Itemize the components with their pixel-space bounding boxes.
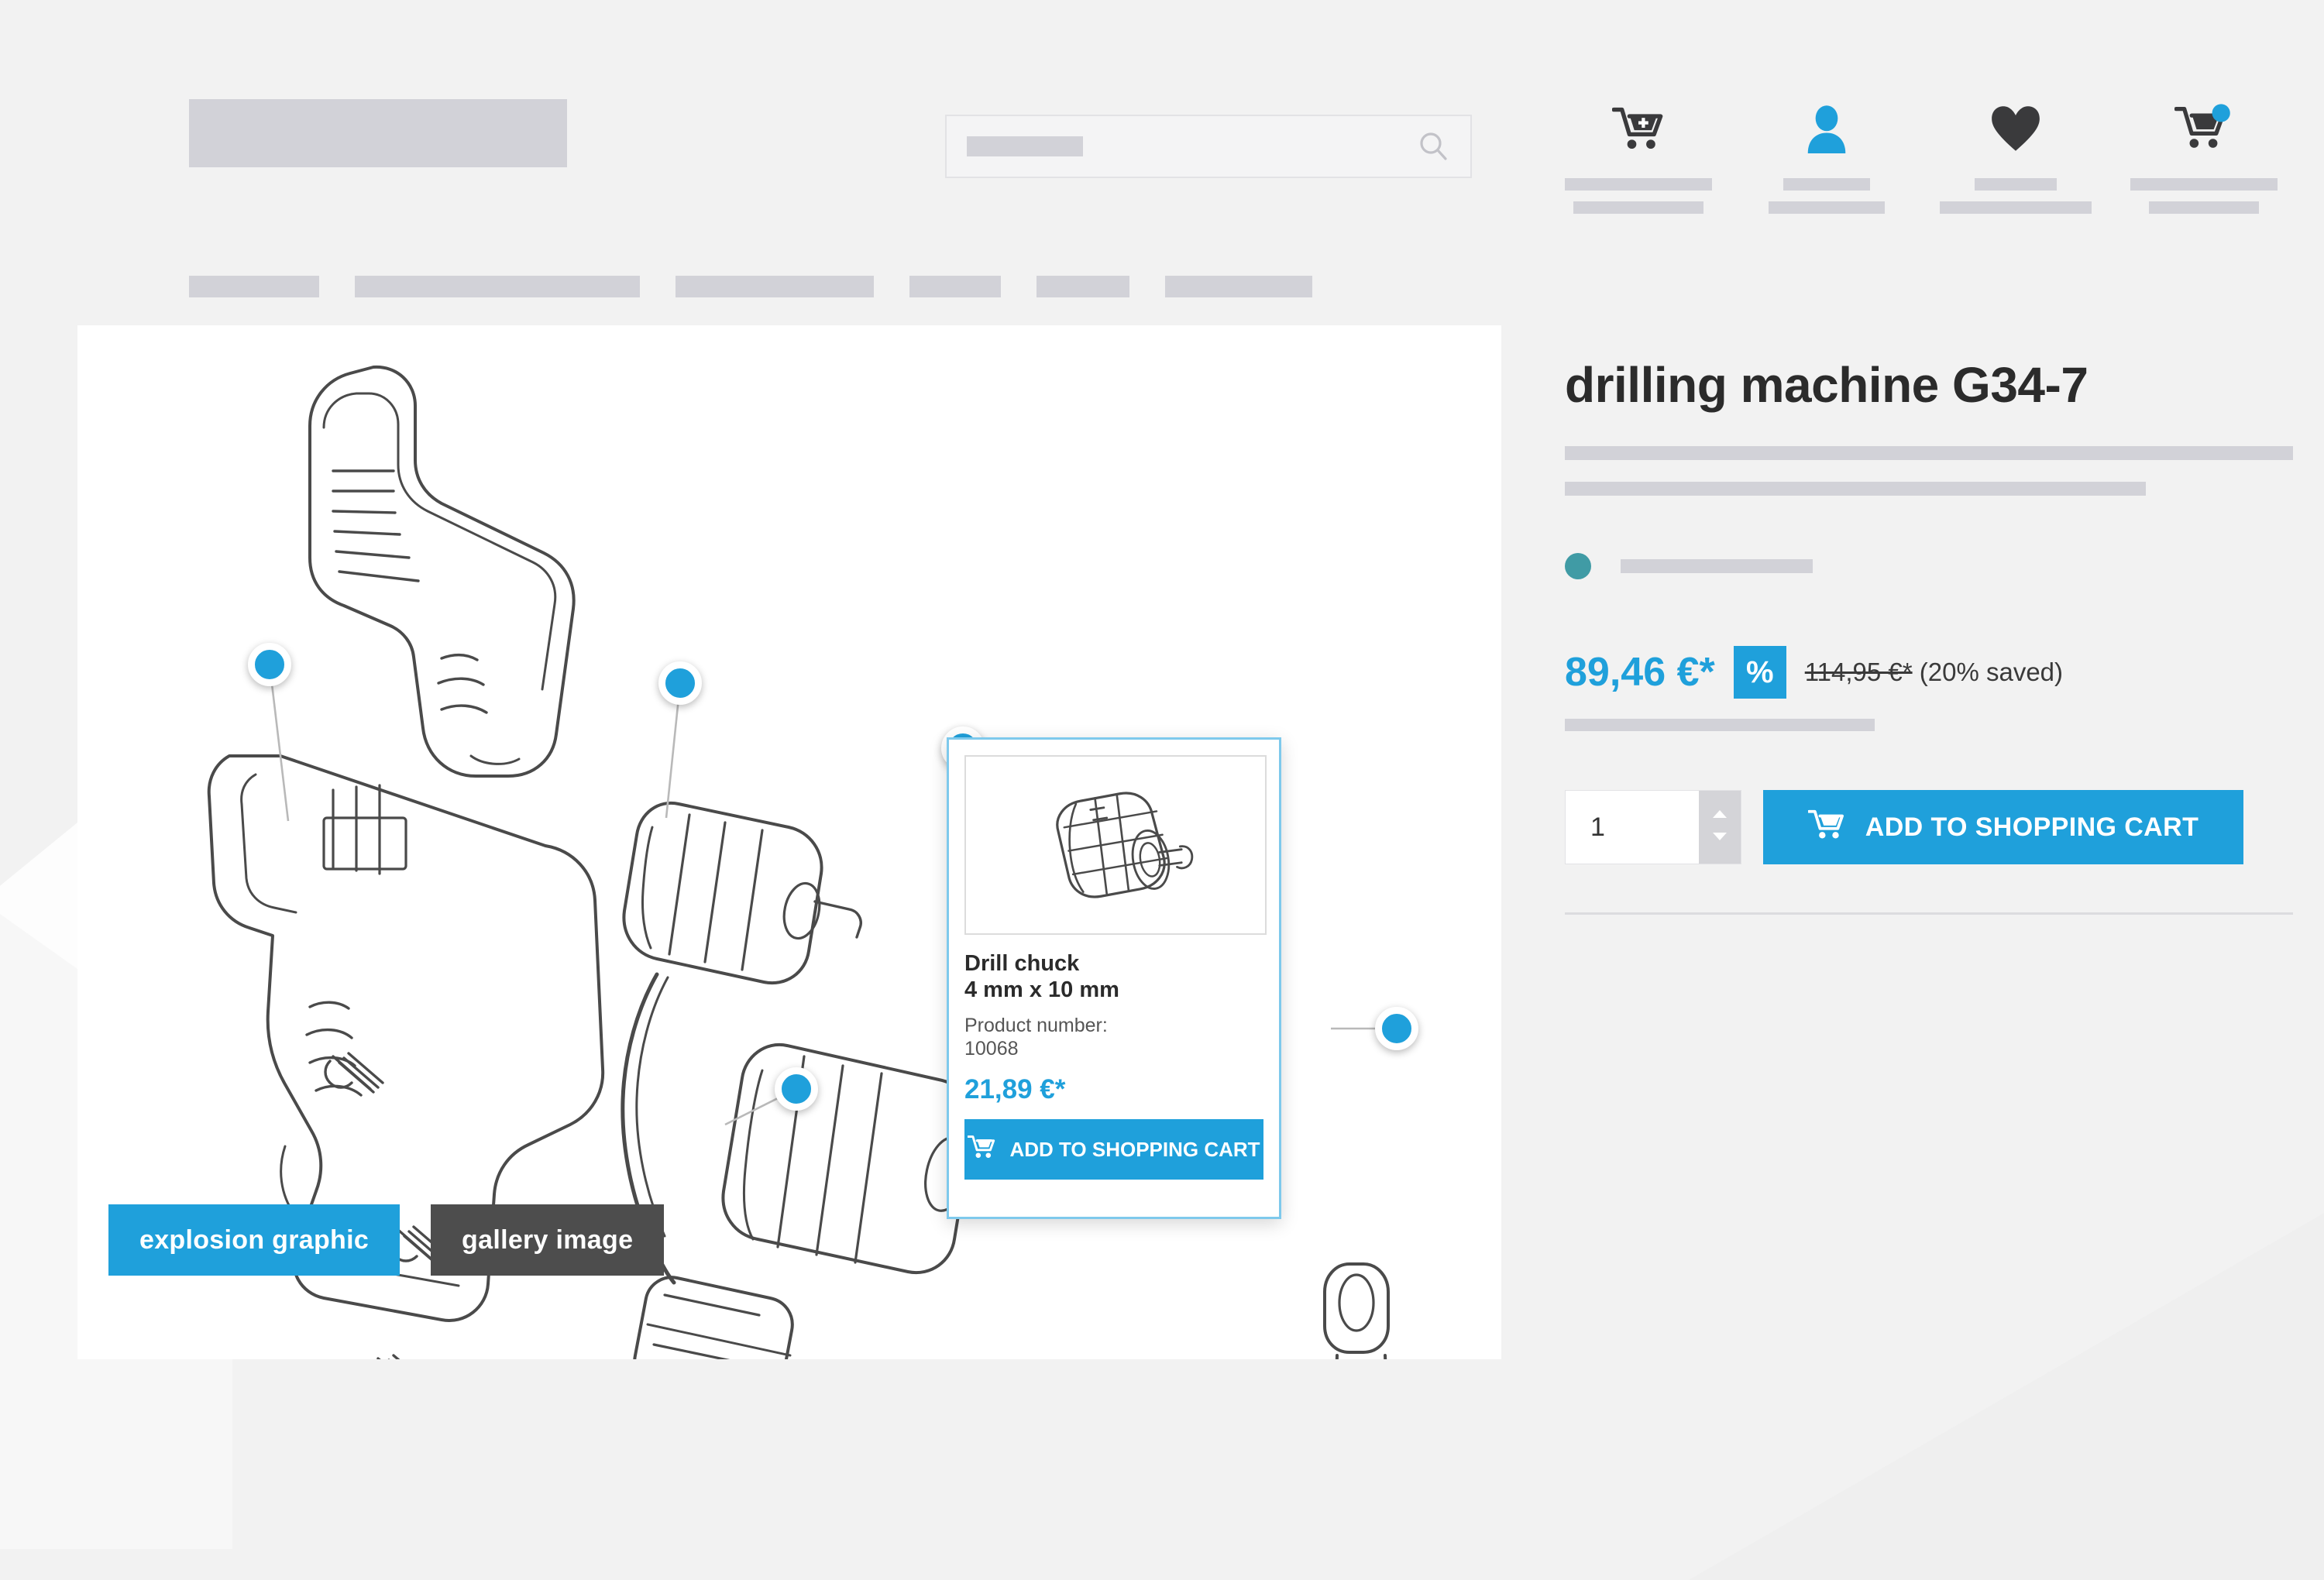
- tooltip-price: 21,89 €*: [964, 1074, 1066, 1105]
- product-info-panel: drilling machine G34-7 89,46 €* % 114,95…: [1565, 356, 2293, 915]
- price-row: 89,46 €* % 114,95 €* (20% saved): [1565, 646, 2293, 699]
- cart-badge-icon[interactable]: [2174, 99, 2233, 158]
- quantity-spinner[interactable]: [1699, 791, 1741, 864]
- panel-divider: [1565, 912, 2293, 915]
- variant-label-bar: [1621, 559, 1813, 573]
- tab-explosion-graphic[interactable]: explosion graphic: [108, 1204, 401, 1276]
- view-toggle-tabs: explosion graphic gallery image: [108, 1204, 665, 1276]
- tooltip-product-number-value: 10068: [964, 1038, 1019, 1060]
- add-to-cart-label: ADD TO SHOPPING CART: [1865, 812, 2199, 842]
- header-actions: [1565, 99, 2278, 214]
- price-note-bar: [1565, 719, 1875, 731]
- old-price: 114,95 €*: [1804, 658, 1913, 686]
- hotspot-battery-pack[interactable]: [775, 1067, 818, 1111]
- page-title: drilling machine G34-7: [1565, 357, 2089, 413]
- cart-icon: [1807, 808, 1847, 847]
- quantity-stepper[interactable]: 1: [1565, 790, 1741, 864]
- description-bar-1: [1565, 446, 2293, 460]
- chevron-up-icon[interactable]: [1711, 809, 1728, 823]
- tab-gallery-image[interactable]: gallery image: [431, 1204, 665, 1276]
- header-action-add-to-cart[interactable]: [1565, 99, 1712, 214]
- discount-badge: %: [1733, 646, 1786, 699]
- hotspot-screw-left[interactable]: [248, 643, 291, 686]
- nav-item[interactable]: [1165, 276, 1312, 297]
- site-header: [0, 0, 2324, 297]
- old-price-group: 114,95 €* (20% saved): [1805, 658, 2063, 687]
- nav-item[interactable]: [189, 276, 319, 297]
- hotspot-product-tooltip: Drill chuck 4 mm x 10 mm Product number:…: [947, 737, 1281, 1219]
- chevron-down-icon[interactable]: [1711, 831, 1728, 846]
- header-action-bar-primary: [1974, 178, 2057, 191]
- description-bar-2: [1565, 482, 2146, 496]
- tooltip-product-title: Drill chuck 4 mm x 10 mm: [964, 950, 1263, 1003]
- quantity-value[interactable]: 1: [1566, 812, 1699, 843]
- hotspot-bit-holder[interactable]: [1375, 1007, 1418, 1050]
- tooltip-add-to-cart-button[interactable]: ADD TO SHOPPING CART: [964, 1119, 1263, 1180]
- cart-plus-icon[interactable]: [1612, 99, 1665, 158]
- add-to-shopping-cart-button[interactable]: ADD TO SHOPPING CART: [1763, 790, 2243, 864]
- search-input[interactable]: [945, 115, 1472, 178]
- purchase-row: 1 ADD TO SHOPPING CART: [1565, 790, 2293, 864]
- search-placeholder-bar: [967, 136, 1083, 156]
- variant-selector: [1565, 553, 2293, 579]
- heart-icon[interactable]: [1990, 99, 2041, 158]
- main-navigation: [189, 276, 1348, 297]
- header-action-bar-secondary: [2148, 201, 2259, 214]
- header-action-shopping-cart[interactable]: [2130, 99, 2278, 214]
- nav-item[interactable]: [355, 276, 640, 297]
- tooltip-product-number: Product number: 10068: [964, 1014, 1263, 1060]
- site-logo[interactable]: [189, 99, 567, 167]
- header-action-wishlist[interactable]: [1939, 99, 2092, 214]
- tooltip-title-line-1: Drill chuck: [964, 951, 1080, 976]
- header-action-bar-primary: [2130, 178, 2278, 191]
- header-action-bar-secondary: [1573, 201, 1703, 214]
- hotspot-housing-top[interactable]: [658, 661, 702, 705]
- drill-chuck-thumbnail: [964, 755, 1267, 935]
- nav-item[interactable]: [676, 276, 874, 297]
- tooltip-add-to-cart-label: ADD TO SHOPPING CART: [1009, 1137, 1260, 1161]
- tooltip-product-number-label: Product number:: [964, 1015, 1108, 1037]
- nav-item[interactable]: [909, 276, 1001, 297]
- variant-swatch[interactable]: [1565, 553, 1591, 579]
- tooltip-title-line-2: 4 mm x 10 mm: [964, 977, 1119, 1003]
- header-action-bar-primary: [1565, 178, 1712, 191]
- cart-icon: [967, 1134, 997, 1165]
- user-icon[interactable]: [1803, 99, 1851, 158]
- background-shape-3: [1689, 1177, 2324, 1580]
- search-icon[interactable]: [1416, 129, 1450, 163]
- saved-percent: (20% saved): [1912, 658, 2064, 686]
- nav-item[interactable]: [1037, 276, 1129, 297]
- header-action-bar-primary: [1783, 178, 1871, 191]
- current-price: 89,46 €*: [1565, 650, 1715, 695]
- header-action-bar-secondary: [1939, 201, 2092, 214]
- header-action-bar-secondary: [1769, 201, 1886, 214]
- header-action-account[interactable]: [1753, 99, 1900, 214]
